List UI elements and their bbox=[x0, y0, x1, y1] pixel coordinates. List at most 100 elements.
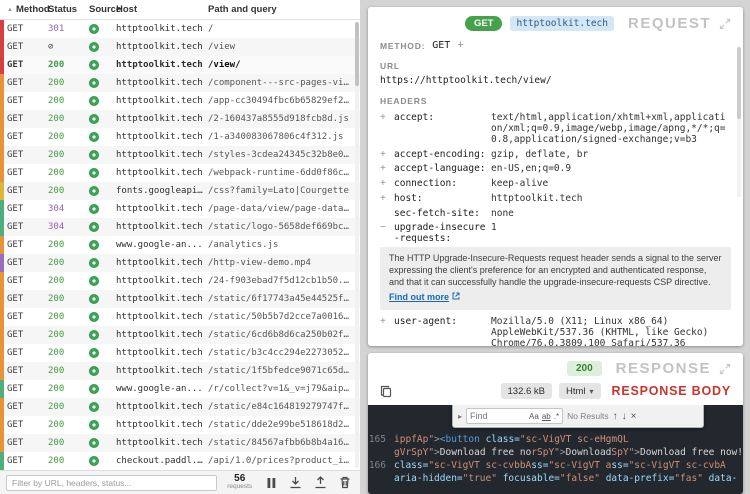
method-cell: GET bbox=[4, 366, 48, 376]
method-cell: GET bbox=[4, 42, 48, 52]
find-input[interactable] bbox=[470, 411, 526, 421]
external-link-icon bbox=[452, 292, 460, 304]
host-cell: httptoolkit.tech bbox=[116, 204, 208, 214]
response-body-editor[interactable]: <ul ▸ Aa ab .* No Results ↑ ↓ × 165ippfA… bbox=[368, 405, 743, 494]
request-row[interactable]: GET200httptoolkit.tech/webpack-runtime-6… bbox=[0, 164, 360, 182]
request-row[interactable]: GET200httptoolkit.tech/24-f903ebad7f5d12… bbox=[0, 272, 360, 290]
path-cell: /static/6f17743a45e44525f83e... bbox=[208, 294, 360, 304]
method-cell: GET bbox=[4, 438, 48, 448]
collapse-docs-icon[interactable]: − bbox=[380, 222, 394, 244]
expand-docs-icon[interactable]: + bbox=[380, 163, 394, 175]
expand-docs-icon[interactable]: + bbox=[380, 112, 394, 146]
path-cell: /static/dde2e99be518618d2cbc... bbox=[208, 420, 360, 430]
add-icon[interactable]: + bbox=[457, 40, 463, 51]
header-value: none bbox=[491, 208, 731, 219]
whole-word-icon[interactable]: ab bbox=[542, 412, 551, 421]
request-row[interactable]: GET⊘httptoolkit.tech/view bbox=[0, 38, 360, 56]
request-row[interactable]: GET200httptoolkit.tech/static/1f5bfedce9… bbox=[0, 362, 360, 380]
method-cell: GET bbox=[4, 132, 48, 142]
find-next-icon[interactable]: ↓ bbox=[622, 411, 627, 422]
column-host[interactable]: Host bbox=[116, 4, 208, 15]
pause-capture-button[interactable] bbox=[262, 474, 280, 492]
request-headers-list: +accept:text/html,application/xhtml+xml,… bbox=[380, 112, 731, 346]
expand-docs-icon[interactable]: + bbox=[380, 149, 394, 161]
chrome-icon bbox=[89, 402, 99, 412]
host-cell: httptoolkit.tech bbox=[116, 420, 208, 430]
column-source[interactable]: Source bbox=[82, 4, 116, 15]
request-scrollbar[interactable] bbox=[737, 47, 741, 197]
path-cell: / bbox=[208, 24, 360, 34]
expand-request-icon[interactable] bbox=[719, 18, 731, 30]
request-row[interactable]: GET200httptoolkit.tech/static/6cd6b8d6ca… bbox=[0, 326, 360, 344]
request-row[interactable]: GET200httptoolkit.tech/static/50b5b7d2cc… bbox=[0, 308, 360, 326]
request-row[interactable]: GET200httptoolkit.tech/app-cc30494fbc6b6… bbox=[0, 92, 360, 110]
request-row[interactable]: GET200httptoolkit.tech/http-view-demo.mp… bbox=[0, 254, 360, 272]
chrome-icon bbox=[89, 438, 99, 448]
host-cell: httptoolkit.tech bbox=[116, 42, 208, 52]
request-row[interactable]: GET200checkout.paddl.../api/1.0/prices?p… bbox=[0, 452, 360, 470]
status-cell: 200 bbox=[48, 402, 82, 412]
status-cell: 200 bbox=[48, 78, 82, 88]
import-button[interactable] bbox=[312, 474, 330, 492]
column-path[interactable]: Path and query bbox=[208, 4, 360, 15]
copy-icon[interactable] bbox=[380, 385, 392, 398]
method-cell: GET bbox=[4, 420, 48, 430]
request-row[interactable]: GET200www.google-an.../r/collect?v=1&_v=… bbox=[0, 380, 360, 398]
status-cell: 200 bbox=[48, 330, 82, 340]
regex-icon[interactable]: .* bbox=[554, 412, 559, 421]
request-row[interactable]: GET301httptoolkit.tech/ bbox=[0, 20, 360, 38]
expand-docs-icon[interactable]: + bbox=[380, 178, 394, 190]
status-cell: 304 bbox=[48, 222, 82, 232]
expand-response-icon[interactable] bbox=[719, 363, 731, 375]
request-row[interactable]: GET200httptoolkit.tech/static/b3c4cc294e… bbox=[0, 344, 360, 362]
list-scrollbar[interactable] bbox=[355, 22, 359, 468]
match-case-icon[interactable]: Aa bbox=[529, 412, 539, 421]
column-method[interactable]: ▲Method bbox=[4, 4, 48, 15]
find-previous-icon[interactable]: ↑ bbox=[613, 411, 618, 422]
request-row[interactable]: GET200httptoolkit.tech/static/6f17743a45… bbox=[0, 290, 360, 308]
request-row[interactable]: GET200httptoolkit.tech/1-a340083067806c4… bbox=[0, 128, 360, 146]
host-cell: httptoolkit.tech bbox=[116, 96, 208, 106]
column-status[interactable]: Status bbox=[48, 4, 82, 15]
chrome-icon bbox=[89, 240, 99, 250]
method-label: METHOD: bbox=[380, 41, 425, 51]
chrome-icon bbox=[89, 276, 99, 286]
close-find-icon[interactable]: × bbox=[631, 411, 637, 422]
request-row[interactable]: GET200www.google-an.../analytics.js bbox=[0, 236, 360, 254]
method-cell: GET bbox=[4, 150, 48, 160]
request-scrollbar-thumb[interactable] bbox=[737, 47, 741, 119]
source-cell bbox=[82, 96, 116, 106]
expand-docs-icon[interactable]: + bbox=[380, 316, 394, 346]
code-line: 166class="sc-VigVT sc-cvbbAss="sc-VigVT … bbox=[368, 459, 743, 472]
filter-input[interactable] bbox=[6, 475, 217, 491]
request-row[interactable]: GET200httptoolkit.tech/static/dde2e99be5… bbox=[0, 416, 360, 434]
header-key: sec-fetch-site: bbox=[394, 208, 491, 219]
request-row[interactable]: GET304httptoolkit.tech/static/logo-5658d… bbox=[0, 218, 360, 236]
find-out-more-link[interactable]: Find out more bbox=[389, 292, 460, 304]
format-select[interactable]: Html ▾ bbox=[559, 383, 601, 399]
request-row[interactable]: GET200httptoolkit.tech/view/ bbox=[0, 56, 360, 74]
source-cell bbox=[82, 186, 116, 196]
clear-requests-button[interactable] bbox=[336, 474, 354, 492]
request-row[interactable]: GET200httptoolkit.tech/component---src-p… bbox=[0, 74, 360, 92]
path-cell: /static/84567afbb6b8b4a16dc4... bbox=[208, 438, 360, 448]
toggle-replace-icon[interactable]: ▸ bbox=[458, 412, 462, 421]
export-button[interactable] bbox=[287, 474, 305, 492]
expand-docs-icon[interactable]: + bbox=[380, 193, 394, 205]
request-row[interactable]: GET200httptoolkit.tech/2-160437a8555d918… bbox=[0, 110, 360, 128]
method-cell: GET bbox=[4, 186, 48, 196]
request-row[interactable]: GET200httptoolkit.tech/static/e84c164819… bbox=[0, 398, 360, 416]
list-scrollbar-thumb[interactable] bbox=[355, 22, 359, 86]
request-row[interactable]: GET304httptoolkit.tech/page-data/view/pa… bbox=[0, 200, 360, 218]
chrome-icon bbox=[89, 24, 99, 34]
trash-icon bbox=[339, 476, 351, 489]
headers-label: HEADERS bbox=[380, 96, 731, 106]
source-cell bbox=[82, 276, 116, 286]
request-row[interactable]: GET200httptoolkit.tech/styles-3cdea24345… bbox=[0, 146, 360, 164]
status-cell: 200 bbox=[48, 114, 82, 124]
code-line: 165ippfAp"><button class="sc-VigVT sc-eH… bbox=[368, 433, 743, 446]
request-row[interactable]: GET200httptoolkit.tech/static/84567afbb6… bbox=[0, 434, 360, 452]
source-cell bbox=[82, 78, 116, 88]
request-row[interactable]: GET200fonts.googleapi.../css?family=Lato… bbox=[0, 182, 360, 200]
method-cell: GET bbox=[4, 258, 48, 268]
